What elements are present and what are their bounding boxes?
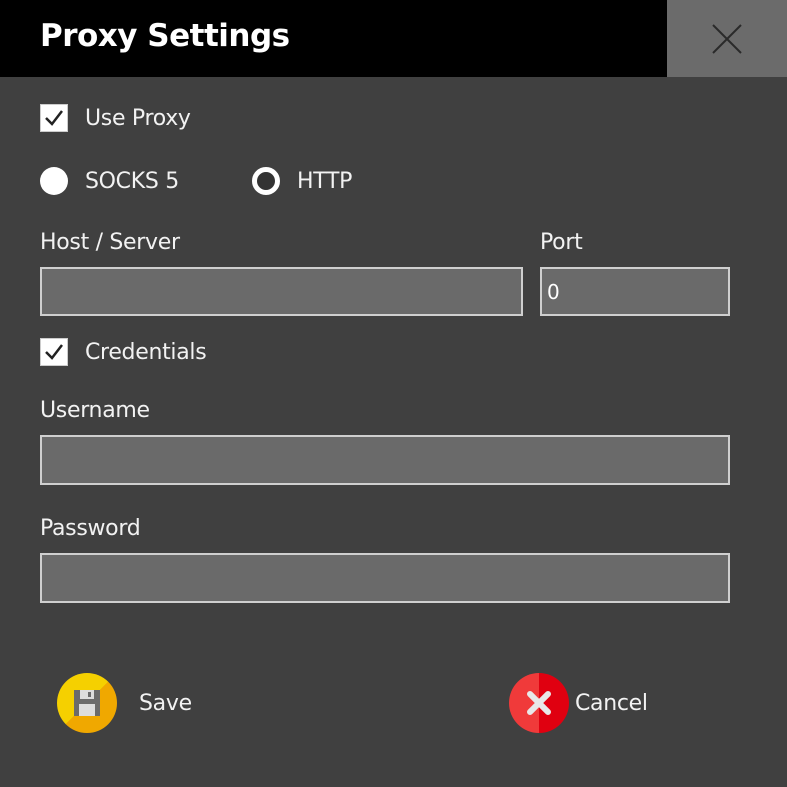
window-title: Proxy Settings: [40, 18, 290, 54]
cancel-label: Cancel: [575, 690, 648, 716]
credentials-label: Credentials: [85, 339, 207, 365]
checkbox-icon: [40, 104, 68, 132]
use-proxy-label: Use Proxy: [85, 105, 191, 131]
radio-http[interactable]: HTTP: [252, 167, 352, 195]
cancel-button[interactable]: Cancel: [509, 673, 648, 733]
host-label: Host / Server: [40, 230, 180, 255]
radio-icon: [40, 167, 68, 195]
checkbox-icon: [40, 338, 68, 366]
save-label: Save: [139, 690, 192, 716]
socks5-label: SOCKS 5: [85, 168, 179, 194]
cancel-icon: [509, 673, 569, 733]
password-label: Password: [40, 516, 141, 541]
radio-icon: [252, 167, 280, 195]
credentials-checkbox[interactable]: Credentials: [40, 338, 207, 366]
password-input[interactable]: [40, 553, 730, 603]
use-proxy-checkbox[interactable]: Use Proxy: [40, 104, 191, 132]
port-input[interactable]: [540, 267, 730, 316]
username-label: Username: [40, 398, 150, 423]
save-button[interactable]: Save: [57, 673, 192, 733]
close-icon: [712, 23, 742, 54]
http-label: HTTP: [297, 168, 353, 194]
host-input[interactable]: [40, 267, 523, 316]
username-input[interactable]: [40, 435, 730, 485]
save-icon: [57, 673, 117, 733]
port-label: Port: [540, 230, 583, 255]
radio-socks5[interactable]: SOCKS 5: [40, 167, 179, 195]
close-button[interactable]: [667, 0, 787, 77]
